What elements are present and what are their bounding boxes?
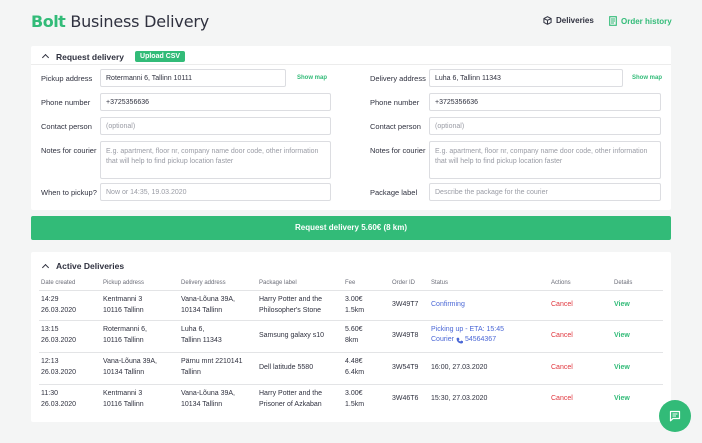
pickup-phone-input[interactable]: +3725356636: [100, 93, 331, 111]
order-id-cell: 3W49T8: [392, 332, 419, 339]
column-header: Delivery address: [181, 280, 226, 286]
date-cell: 14:29 26.03.2020: [41, 296, 77, 314]
pickup-contact-input[interactable]: (optional): [100, 117, 331, 135]
table-row[interactable]: 13:15 26.03.2020 Rotermanni 6, 10116 Tal…: [31, 321, 671, 353]
pickup-cell: Kentmanni 3 10116 Tallinn: [103, 390, 144, 408]
delivery-show-map-link[interactable]: Show map: [632, 75, 662, 81]
fee-cell: 4.48€ 6.4km: [345, 358, 365, 376]
view-link[interactable]: View: [614, 331, 630, 342]
courier-phone: 54564367: [464, 336, 497, 343]
column-header: Pickup address: [103, 280, 145, 286]
order-id-cell: 3W49T7: [392, 301, 419, 308]
delivery-cell: Vana-Lõuna 39A, 10134 Tallinn: [181, 390, 235, 408]
document-icon: [609, 16, 617, 26]
status-cell: 16:00, 27.03.2020: [431, 364, 488, 371]
date-cell: 12:13 26.03.2020: [41, 358, 77, 376]
pickup-notes-textarea[interactable]: E.g. apartment, floor nr, company name d…: [100, 141, 331, 179]
section-divider: [31, 64, 671, 65]
nav-order-history[interactable]: Order history: [609, 16, 672, 26]
package-label-input[interactable]: Describe the package for the courier: [429, 183, 661, 201]
status-cell: Picking up - ETA: 15:45: [431, 326, 505, 333]
delivery-phone-input[interactable]: +3725356636: [429, 93, 661, 111]
cube-icon: [543, 16, 552, 25]
status-cell: Confirming: [431, 301, 465, 308]
request-delivery-title: Request delivery: [56, 51, 125, 62]
pickup-cell: Rotermanni 6, 10116 Tallinn: [103, 326, 147, 344]
app-title: Business Delivery: [70, 12, 209, 31]
delivery-contact-label: Contact person: [370, 122, 421, 131]
chat-button[interactable]: [659, 400, 691, 432]
package-cell: Dell latitude 5580: [259, 364, 314, 371]
delivery-notes-textarea[interactable]: E.g. apartment, floor nr, company name d…: [429, 141, 661, 179]
column-header: Date created: [41, 280, 76, 286]
cancel-link[interactable]: Cancel: [551, 331, 573, 342]
active-deliveries-card: Active Deliveries Date created Pickup ad…: [31, 252, 671, 422]
delivery-contact-input[interactable]: (optional): [429, 117, 661, 135]
view-link[interactable]: View: [614, 300, 630, 311]
column-header: Fee: [345, 280, 356, 286]
pickup-notes-label: Notes for courier: [41, 146, 97, 155]
chat-icon: [669, 410, 681, 422]
package-label-label: Package label: [370, 188, 418, 197]
delivery-phone-label: Phone number: [370, 98, 420, 107]
package-cell: Harry Potter and the Prisoner of Azkaban: [259, 390, 323, 408]
courier-label: Courier: [431, 336, 454, 343]
column-header: Details: [614, 280, 633, 286]
pickup-contact-label: Contact person: [41, 122, 92, 131]
top-header: Bolt Business Delivery Deliveries Order …: [0, 0, 702, 44]
column-header: Package label: [259, 280, 297, 286]
active-deliveries-header[interactable]: Active Deliveries: [41, 261, 125, 271]
active-deliveries-title: Active Deliveries: [56, 261, 125, 271]
pickup-show-map-link[interactable]: Show map: [297, 75, 327, 81]
nav-deliveries-label: Deliveries: [556, 16, 594, 25]
chevron-up-icon[interactable]: [41, 263, 50, 271]
delivery-cell: Luha 6, Tallinn 11343: [181, 326, 222, 344]
request-delivery-header[interactable]: Request delivery Upload CSV: [41, 51, 186, 62]
pickup-cell: Kentmanni 3 10116 Tallinn: [103, 296, 144, 314]
courier-contact[interactable]: Courier 54564367: [431, 335, 496, 346]
table-row[interactable]: 11:30 26.03.2020 Kentmanni 3 10116 Talli…: [31, 385, 671, 416]
view-link[interactable]: View: [614, 363, 630, 374]
chevron-up-icon[interactable]: [41, 53, 50, 62]
cancel-link[interactable]: Cancel: [551, 363, 573, 374]
delivery-cell: Vana-Lõuna 39A, 10134 Tallinn: [181, 296, 235, 314]
delivery-address-input[interactable]: Luha 6, Tallinn 11343: [429, 69, 623, 87]
package-cell: Harry Potter and the Philosopher's Stone: [259, 296, 323, 314]
nav-deliveries[interactable]: Deliveries: [543, 16, 594, 25]
brand[interactable]: Bolt Business Delivery: [31, 12, 209, 31]
pickup-address-label: Pickup address: [41, 74, 93, 83]
bolt-logo: Bolt: [31, 12, 66, 31]
request-delivery-button[interactable]: Request delivery 5.60€ (8 km): [31, 216, 671, 240]
upload-csv-button[interactable]: Upload CSV: [135, 51, 186, 62]
column-header: Order ID: [392, 280, 416, 286]
cancel-link[interactable]: Cancel: [551, 394, 573, 405]
when-to-pickup-label: When to pickup?: [41, 188, 97, 197]
column-header: Actions: [551, 280, 571, 286]
pickup-address-input[interactable]: Rotermanni 6, Tallinn 10111: [100, 69, 286, 87]
column-header: Status: [431, 280, 449, 286]
pickup-phone-label: Phone number: [41, 98, 91, 107]
date-cell: 11:30 26.03.2020: [41, 390, 77, 408]
nav-order-history-label: Order history: [621, 16, 672, 26]
status-cell: 15:30, 27.03.2020: [431, 395, 488, 402]
order-id-cell: 3W54T9: [392, 364, 419, 371]
table-row[interactable]: 14:29 26.03.2020 Kentmanni 3 10116 Talli…: [31, 291, 671, 321]
phone-icon: [456, 337, 463, 344]
view-link[interactable]: View: [614, 394, 630, 405]
pickup-cell: Vana-Lõuna 39A, 10134 Tallinn: [103, 358, 157, 376]
table-row[interactable]: 12:13 26.03.2020 Vana-Lõuna 39A, 10134 T…: [31, 353, 671, 385]
fee-cell: 3.00€ 1.5km: [345, 390, 365, 408]
order-id-cell: 3W46T6: [392, 395, 419, 402]
package-cell: Samsung galaxy s10: [259, 332, 324, 339]
cancel-link[interactable]: Cancel: [551, 300, 573, 311]
delivery-cell: Pärnu mnt 2210141 Tallinn: [181, 358, 243, 376]
delivery-address-label: Delivery address: [370, 74, 426, 83]
date-cell: 13:15 26.03.2020: [41, 326, 77, 344]
request-delivery-card: Request delivery Upload CSV Pickup addre…: [31, 46, 671, 210]
delivery-notes-label: Notes for courier: [370, 146, 426, 155]
when-to-pickup-input[interactable]: Now or 14:35, 19.03.2020: [100, 183, 331, 201]
fee-cell: 3.00€ 1.5km: [345, 296, 365, 314]
fee-cell: 5.60€ 8km: [345, 326, 363, 344]
